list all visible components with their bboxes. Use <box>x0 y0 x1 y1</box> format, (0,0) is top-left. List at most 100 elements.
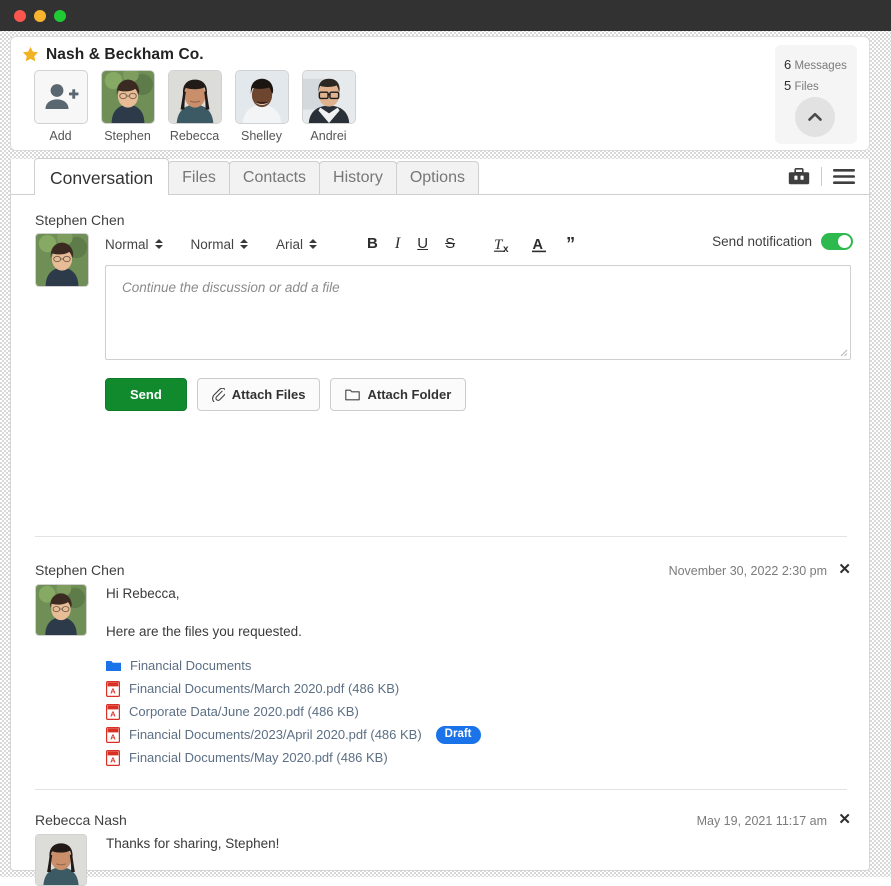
chevron-updown-icon <box>155 239 163 249</box>
toggle-knob <box>838 235 851 248</box>
avatar-rebecca-image <box>169 71 221 123</box>
svg-text:A: A <box>110 755 116 764</box>
attachment-list: Financial Documents A Financial Document… <box>106 654 806 769</box>
star-icon[interactable] <box>21 45 40 64</box>
message-body: Thanks for sharing, Stephen! <box>106 834 806 854</box>
messages-counter: 6 Messages <box>784 55 857 76</box>
close-window-button[interactable] <box>14 10 26 22</box>
clear-formatting-icon[interactable]: T x <box>494 235 514 254</box>
files-label: Files <box>794 81 818 93</box>
avatar[interactable] <box>101 70 155 124</box>
attachment-label[interactable]: Financial Documents/2023/April 2020.pdf … <box>129 727 422 742</box>
content-panel: Conversation Files Contacts History Opti… <box>10 159 870 871</box>
attachment-item[interactable]: A Corporate Data/June 2020.pdf (486 KB) <box>106 700 806 723</box>
attachment-item[interactable]: A Financial Documents/May 2020.pdf (486 … <box>106 746 806 769</box>
paragraph-style-value: Normal <box>105 237 149 252</box>
svg-text:A: A <box>110 686 116 695</box>
hamburger-menu-icon[interactable] <box>833 168 855 185</box>
font-family-select[interactable]: Arial <box>276 237 317 252</box>
resize-handle-icon[interactable] <box>838 347 848 357</box>
underline-button[interactable]: U <box>417 235 428 253</box>
person-tile-rebecca[interactable]: Rebecca <box>167 70 222 143</box>
pdf-file-icon: A <box>106 681 120 697</box>
svg-text:A: A <box>110 732 116 741</box>
counters-panel: 6 Messages 5 Files <box>775 45 857 144</box>
message-text-line: Hi Rebecca, <box>106 584 806 604</box>
tab-label: Files <box>182 169 216 186</box>
font-size-select[interactable]: Normal <box>191 237 249 252</box>
pdf-file-icon: A <box>106 750 120 766</box>
avatar[interactable] <box>168 70 222 124</box>
add-person-button[interactable] <box>34 70 88 124</box>
person-tile-shelley[interactable]: Shelley <box>234 70 289 143</box>
app-body: Nash & Beckham Co. Add <box>0 31 891 877</box>
send-notification-toggle[interactable] <box>821 233 853 250</box>
bold-button[interactable]: B <box>367 235 378 253</box>
attachment-label[interactable]: Financial Documents/May 2020.pdf (486 KB… <box>129 750 388 765</box>
delete-message-button[interactable]: ✕ <box>838 561 851 579</box>
send-notification-control[interactable]: Send notification <box>712 233 853 250</box>
pdf-file-icon: A <box>106 727 120 743</box>
attach-files-button[interactable]: Attach Files <box>197 378 321 411</box>
person-tile-stephen[interactable]: Stephen <box>100 70 155 143</box>
attachment-label[interactable]: Financial Documents/March 2020.pdf (486 … <box>129 681 399 696</box>
avatar-stephen-image <box>102 71 154 123</box>
tab-conversation[interactable]: Conversation <box>34 158 169 195</box>
chevron-up-icon <box>805 107 825 127</box>
person-label: Andrei <box>310 129 346 143</box>
tab-label: Options <box>410 169 465 186</box>
person-tile-andrei[interactable]: Andrei <box>301 70 356 143</box>
attachment-item[interactable]: Financial Documents <box>106 654 806 677</box>
attachment-label[interactable]: Financial Documents <box>130 658 251 673</box>
workspace-header-card: Nash & Beckham Co. Add <box>10 36 870 151</box>
pdf-file-icon: A <box>106 704 120 720</box>
divider <box>35 789 847 790</box>
tab-files[interactable]: Files <box>168 161 230 194</box>
paragraph-style-select[interactable]: Normal <box>105 237 163 252</box>
tab-history[interactable]: History <box>319 161 397 194</box>
composer-author: Stephen Chen <box>35 212 125 228</box>
message-author: Stephen Chen <box>35 562 125 578</box>
person-label: Add <box>49 129 71 143</box>
send-button-label: Send <box>130 387 162 402</box>
minimize-window-button[interactable] <box>34 10 46 22</box>
person-label: Stephen <box>104 129 151 143</box>
avatar-rebecca-image <box>36 835 86 885</box>
strikethrough-button[interactable]: S <box>445 235 455 253</box>
send-button[interactable]: Send <box>105 378 187 411</box>
avatar-stephen-image <box>36 234 88 286</box>
text-color-icon[interactable]: A <box>531 235 548 254</box>
avatar <box>35 834 87 886</box>
avatar[interactable] <box>235 70 289 124</box>
italic-button[interactable]: I <box>395 235 400 253</box>
attachment-item[interactable]: A Financial Documents/2023/April 2020.pd… <box>106 723 806 746</box>
tab-label: Conversation <box>50 168 153 188</box>
messages-count: 6 <box>784 57 791 72</box>
avatar[interactable] <box>302 70 356 124</box>
avatar-andrei-image <box>303 71 355 123</box>
message-text-line: Here are the files you requested. <box>106 622 806 642</box>
spacer <box>106 604 806 622</box>
message-text-line: Thanks for sharing, Stephen! <box>106 834 806 854</box>
attachment-item[interactable]: A Financial Documents/March 2020.pdf (48… <box>106 677 806 700</box>
maximize-window-button[interactable] <box>54 10 66 22</box>
add-person-tile[interactable]: Add <box>33 70 88 143</box>
tab-contacts[interactable]: Contacts <box>229 161 320 194</box>
attachment-label[interactable]: Corporate Data/June 2020.pdf (486 KB) <box>129 704 359 719</box>
message-input[interactable]: Continue the discussion or add a file <box>105 265 851 360</box>
window-controls <box>14 10 66 22</box>
attach-folder-button[interactable]: Attach Folder <box>330 378 466 411</box>
people-row: Add <box>33 70 356 143</box>
add-person-icon <box>43 82 79 112</box>
message-timestamp: May 19, 2021 11:17 am <box>697 814 827 828</box>
tab-options[interactable]: Options <box>396 161 479 194</box>
briefcase-icon[interactable] <box>788 168 810 186</box>
blockquote-button[interactable]: ” <box>566 238 575 250</box>
composer-actions: Send Attach Files Attach Folder <box>105 378 466 411</box>
folder-icon <box>106 659 121 672</box>
attach-folder-label: Attach Folder <box>367 387 451 402</box>
delete-message-button[interactable]: ✕ <box>838 811 851 829</box>
collapse-header-button[interactable] <box>795 97 835 137</box>
tab-label: Contacts <box>243 169 306 186</box>
avatar-stephen-image <box>36 585 86 635</box>
